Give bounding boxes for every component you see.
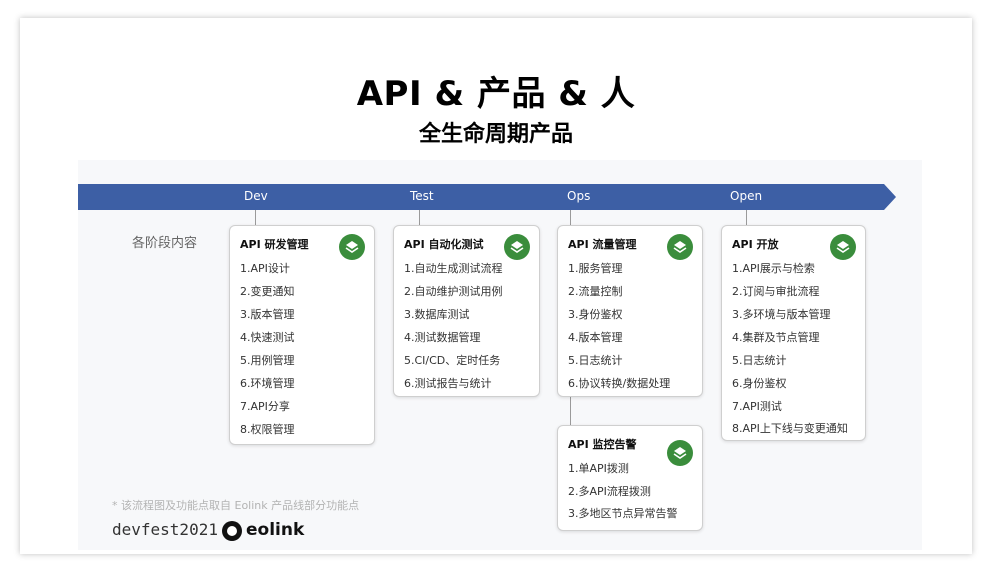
list-item: 5.日志统计 <box>732 354 787 367</box>
list-item: 4.集群及节点管理 <box>732 331 820 344</box>
layers-icon <box>339 234 365 260</box>
connector-ops-monitor <box>570 396 571 426</box>
list-item: 2.流量控制 <box>568 285 623 298</box>
card-api-dev-management: API 研发管理 1.API设计 2.变更通知 3.版本管理 4.快速测试 5.… <box>229 225 375 445</box>
timeline-arrow-head <box>884 184 896 210</box>
list-item: 1.API设计 <box>240 262 290 275</box>
card-api-open: API 开放 1.API展示与检索 2.订阅与审批流程 3.多环境与版本管理 4… <box>721 225 866 441</box>
list-item: 8.API上下线与变更通知 <box>732 422 848 435</box>
list-item: 6.环境管理 <box>240 377 295 390</box>
list-item: 6.协议转换/数据处理 <box>568 377 671 390</box>
list-item: 2.订阅与审批流程 <box>732 285 820 298</box>
timeline-arrow <box>78 184 884 210</box>
list-item: 8.权限管理 <box>240 423 295 436</box>
slide-title: API & 产品 & 人 <box>356 74 636 114</box>
card-api-automated-testing: API 自动化测试 1.自动生成测试流程 2.自动维护测试用例 3.数据库测试 … <box>393 225 540 397</box>
list-item: 6.身份鉴权 <box>732 377 787 390</box>
list-item: 3.数据库测试 <box>404 308 470 321</box>
phase-test: Test <box>410 189 434 203</box>
card-api-traffic-management: API 流量管理 1.服务管理 2.流量控制 3.身份鉴权 4.版本管理 5.日… <box>557 225 703 397</box>
list-item: 3.多环境与版本管理 <box>732 308 831 321</box>
card-title: API 自动化测试 <box>404 238 484 251</box>
eolink-logo-icon <box>222 521 242 541</box>
list-item: 1.自动生成测试流程 <box>404 262 503 275</box>
list-item: 1.API展示与检索 <box>732 262 815 275</box>
list-item: 1.服务管理 <box>568 262 623 275</box>
card-title: API 开放 <box>732 238 779 251</box>
stage-label: 各阶段内容 <box>132 236 198 251</box>
list-item: 2.变更通知 <box>240 285 295 298</box>
list-item: 5.日志统计 <box>568 354 623 367</box>
card-title: API 研发管理 <box>240 238 309 251</box>
list-item: 6.测试报告与统计 <box>404 377 492 390</box>
layers-icon <box>830 234 856 260</box>
list-item: 4.测试数据管理 <box>404 331 481 344</box>
card-title: API 监控告警 <box>568 438 637 451</box>
connector-dev <box>255 210 256 226</box>
devfest-logo: devfest2021 <box>112 520 218 539</box>
list-item: 4.快速测试 <box>240 331 295 344</box>
layers-icon <box>667 234 693 260</box>
connector-ops <box>570 210 571 226</box>
list-item: 5.用例管理 <box>240 354 295 367</box>
list-item: 7.API分享 <box>240 400 290 413</box>
footnote: * 该流程图及功能点取自 Eolink 产品线部分功能点 <box>112 499 360 512</box>
list-item: 2.自动维护测试用例 <box>404 285 503 298</box>
list-item: 7.API测试 <box>732 400 782 413</box>
list-item: 3.多地区节点异常告警 <box>568 507 678 520</box>
connector-test <box>419 210 420 226</box>
layers-icon <box>504 234 530 260</box>
list-item: 3.版本管理 <box>240 308 295 321</box>
list-item: 5.CI/CD、定时任务 <box>404 354 501 367</box>
phase-dev: Dev <box>244 189 268 203</box>
list-item: 4.版本管理 <box>568 331 623 344</box>
eolink-logo-text: eolink <box>246 520 305 540</box>
phase-open: Open <box>730 189 763 203</box>
list-item: 1.单API拨测 <box>568 462 629 475</box>
card-title: API 流量管理 <box>568 238 637 251</box>
phase-ops: Ops <box>567 189 591 203</box>
card-api-monitoring-alerts: API 监控告警 1.单API拨测 2.多API流程拨测 3.多地区节点异常告警 <box>557 425 703 531</box>
slide-subtitle: 全生命周期产品 <box>418 122 573 147</box>
layers-icon <box>667 440 693 466</box>
list-item: 3.身份鉴权 <box>568 308 623 321</box>
connector-open <box>746 210 747 226</box>
list-item: 2.多API流程拨测 <box>568 485 651 498</box>
